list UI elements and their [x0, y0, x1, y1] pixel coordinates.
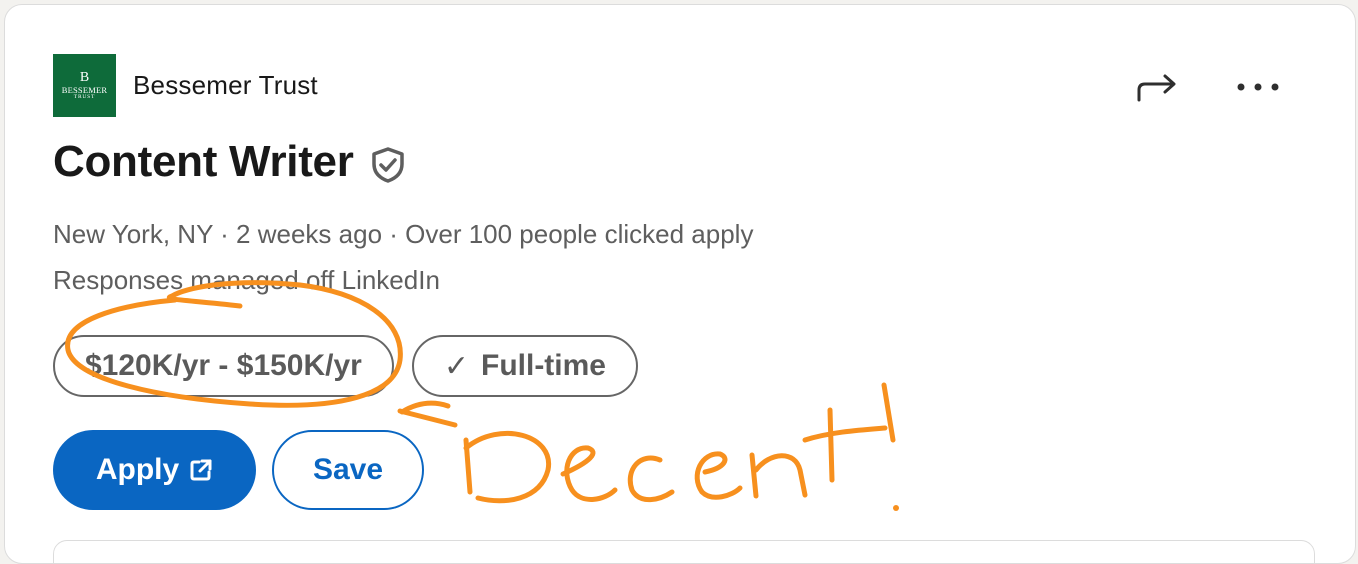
apply-button[interactable]: Apply: [53, 430, 256, 510]
external-link-icon: [189, 458, 213, 482]
more-options-button[interactable]: [1233, 67, 1283, 107]
save-button[interactable]: Save: [272, 430, 424, 510]
job-insights: $120K/yr - $150K/yr ✓ Full-time: [53, 335, 638, 397]
salary-text: $120K/yr - $150K/yr: [85, 349, 362, 382]
check-icon: ✓: [443, 349, 469, 383]
responses-line: Responses managed off LinkedIn: [53, 265, 440, 295]
save-label: Save: [312, 453, 384, 486]
job-card: B BESSEMER TRUST Bessemer Trust Content …: [4, 4, 1356, 564]
share-button[interactable]: [1133, 67, 1183, 107]
logo-monogram: B: [79, 69, 90, 85]
header-actions: [1133, 67, 1283, 107]
action-buttons: Apply Save: [53, 430, 424, 510]
job-type-pill[interactable]: ✓ Full-time: [411, 335, 638, 397]
title-row: Content Writer: [53, 137, 406, 187]
share-arrow-icon: [1137, 74, 1176, 102]
verified-shield-icon: [371, 147, 404, 183]
apply-label: Apply: [95, 453, 180, 486]
job-meta-line: New York, NY · 2 weeks ago · Over 100 pe…: [53, 219, 754, 249]
next-section-card: [53, 540, 1315, 563]
salary-pill[interactable]: $120K/yr - $150K/yr: [53, 335, 394, 397]
company-row: B BESSEMER TRUST Bessemer Trust: [53, 54, 318, 117]
verified-badge[interactable]: [370, 146, 406, 184]
more-options-icon: [1237, 83, 1279, 91]
job-title: Content Writer: [53, 137, 354, 186]
job-type-text: Full-time: [481, 349, 606, 382]
company-name[interactable]: Bessemer Trust: [133, 70, 318, 101]
company-logo[interactable]: B BESSEMER TRUST: [53, 54, 116, 117]
logo-wordmark: BESSEMER: [61, 84, 108, 95]
logo-subtext: TRUST: [73, 94, 96, 100]
